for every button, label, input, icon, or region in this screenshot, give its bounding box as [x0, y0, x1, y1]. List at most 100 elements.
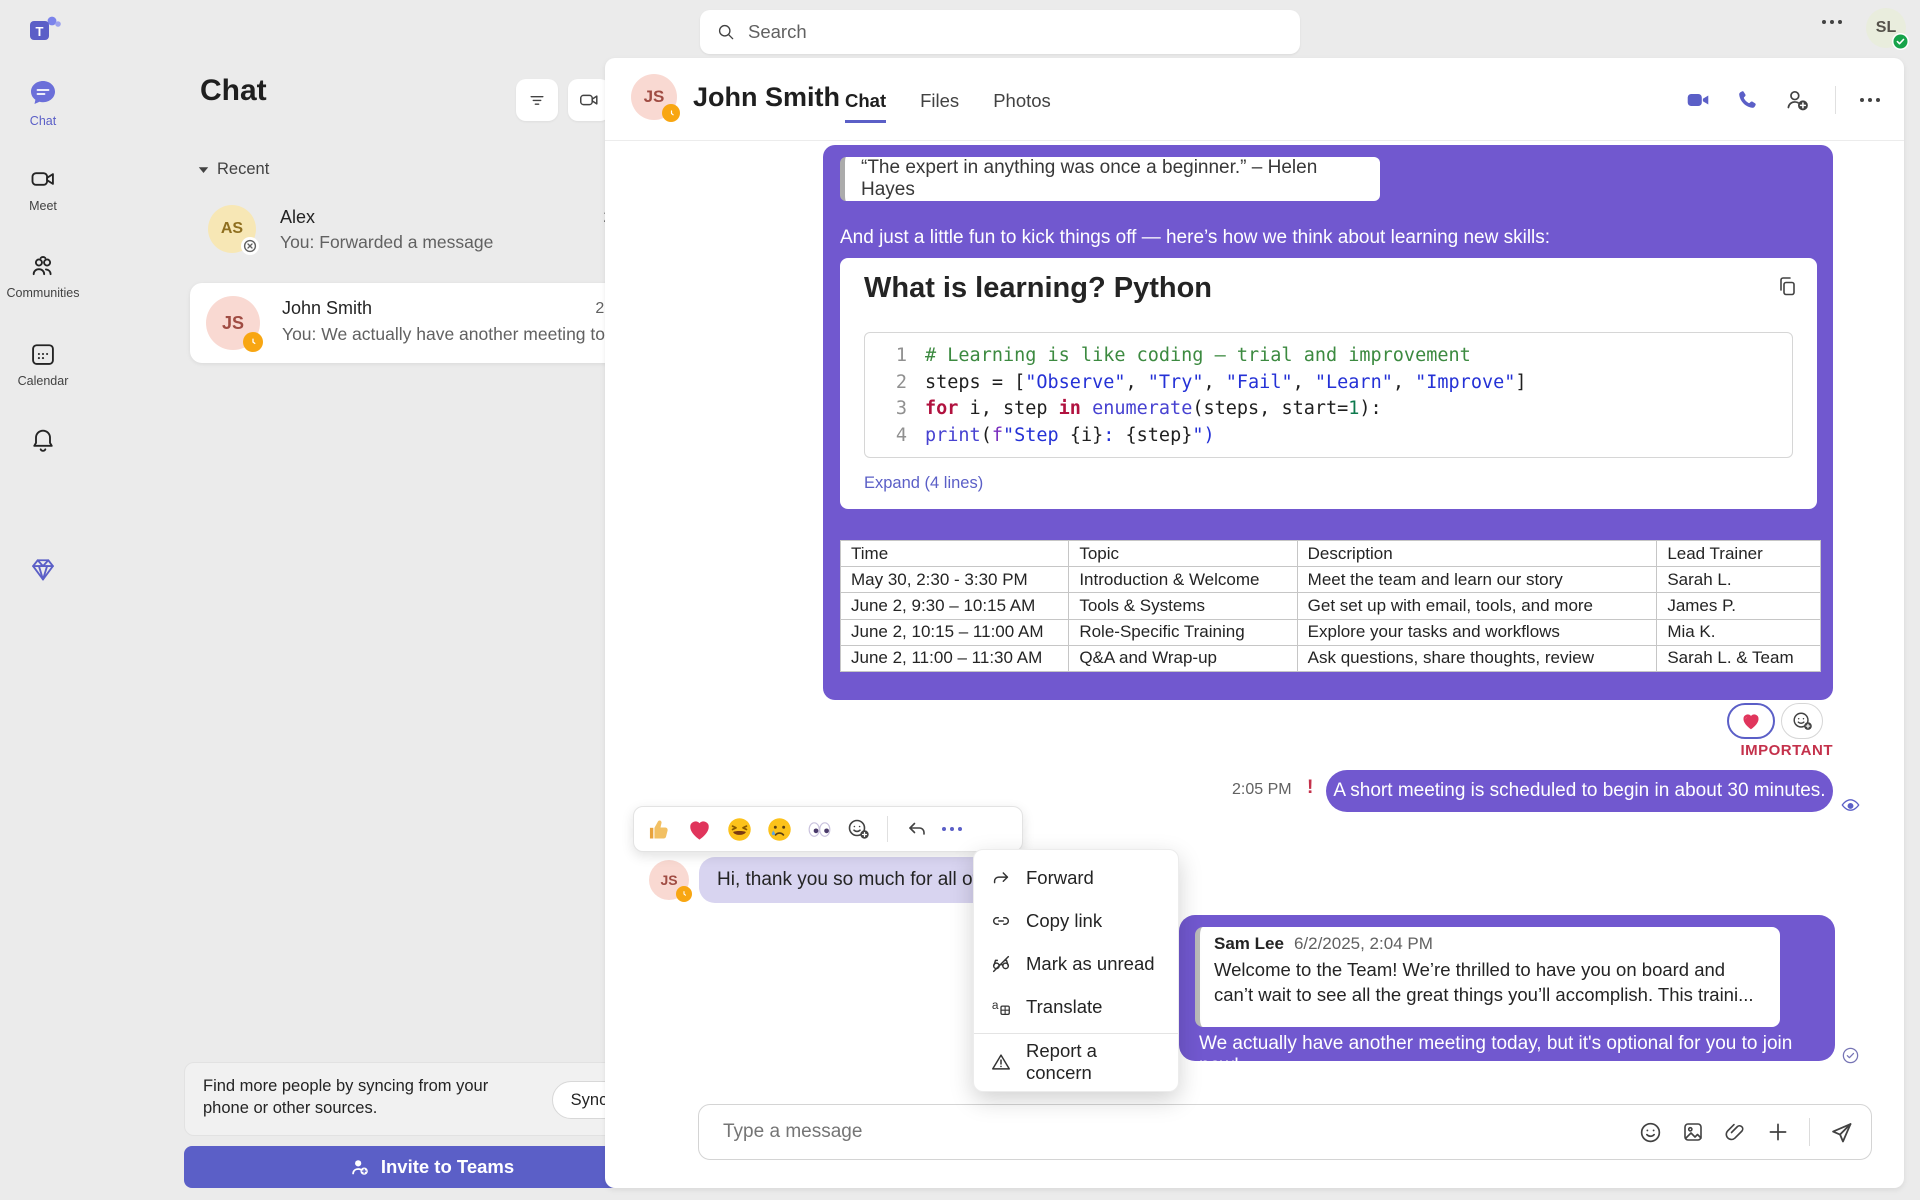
video-call-button[interactable] — [1685, 87, 1711, 113]
tab-files[interactable]: Files — [920, 90, 959, 123]
chat-list-item-alex[interactable]: AS Alex 2:14 PM You: Forwarded a message — [190, 203, 671, 277]
attach-file-button[interactable] — [1723, 1120, 1747, 1144]
video-camera-icon — [578, 89, 600, 111]
important-label: IMPORTANT — [1740, 742, 1833, 759]
sidebar-item-premium[interactable] — [0, 555, 86, 583]
sidebar-item-communities[interactable]: Communities — [0, 252, 86, 300]
quoted-text: Welcome to the Team! We’re thrilled to h… — [1214, 957, 1766, 1007]
heart-reaction-pill[interactable] — [1727, 703, 1775, 739]
menu-item-report[interactable]: Report a concern — [974, 1039, 1178, 1085]
cry-reaction[interactable] — [766, 816, 793, 843]
teams-logo-icon[interactable]: T — [26, 12, 62, 48]
thumbs-up-reaction[interactable] — [646, 816, 673, 843]
heart-icon — [1740, 710, 1762, 732]
heart-icon — [686, 816, 713, 843]
important-mark: ! — [1307, 777, 1313, 799]
attach-image-button[interactable] — [1681, 1120, 1705, 1144]
code-snippet-card: What is learning? Python 1# Learning is … — [840, 258, 1817, 509]
menu-item-label: Report a concern — [1026, 1040, 1162, 1084]
message-input[interactable] — [723, 1121, 1638, 1143]
menu-item-forward[interactable]: Forward — [974, 856, 1178, 899]
more-icon — [1860, 98, 1880, 102]
divider — [974, 1033, 1178, 1034]
sent-message-with-quote: Sam Lee 6/2/2025, 2:04 PM Welcome to the… — [1179, 915, 1835, 1061]
sent-message-bubble: A short meeting is scheduled to begin in… — [1326, 770, 1833, 812]
menu-item-label: Copy link — [1026, 910, 1102, 932]
reply-icon — [905, 817, 929, 841]
heart-reaction[interactable] — [686, 816, 713, 843]
table-header-cell: Lead Trainer — [1657, 541, 1821, 567]
svg-text:T: T — [36, 24, 44, 39]
table-row: June 2, 10:15 – 11:00 AMRole-Specific Tr… — [841, 619, 1821, 645]
more-options-button[interactable] — [1822, 20, 1842, 24]
conversation-avatar[interactable]: JS — [631, 74, 677, 120]
message-text: We actually have another meeting today, … — [1199, 1033, 1835, 1077]
meet-now-button[interactable] — [568, 79, 610, 121]
audio-call-button[interactable] — [1735, 88, 1759, 112]
paperclip-icon — [1723, 1120, 1747, 1144]
seen-indicator-icon — [1841, 798, 1860, 812]
table-header-cell: Description — [1297, 541, 1657, 567]
sidebar-item-meet[interactable]: Meet — [0, 165, 86, 213]
menu-item-copy-link[interactable]: Copy link — [974, 899, 1178, 942]
message-text: A short meeting is scheduled to begin in… — [1333, 780, 1825, 802]
chat-bubble-icon — [28, 78, 58, 108]
reply-button[interactable] — [905, 817, 929, 841]
menu-item-translate[interactable]: a Translate — [974, 985, 1178, 1028]
add-reaction-button[interactable] — [846, 817, 870, 841]
global-search[interactable] — [700, 10, 1300, 54]
code-card-title: What is learning? Python — [864, 272, 1212, 305]
more-icon — [942, 827, 962, 831]
sidebar-item-label: Chat — [30, 114, 56, 128]
search-input[interactable] — [748, 21, 1284, 43]
laughing-face-icon — [726, 816, 753, 843]
chevron-down-icon — [198, 166, 209, 174]
avatar-initials: JS — [660, 872, 677, 888]
send-button[interactable] — [1828, 1119, 1855, 1146]
message-more-button[interactable] — [942, 827, 962, 831]
message-composer[interactable] — [698, 1104, 1872, 1160]
add-people-button[interactable] — [1783, 86, 1811, 114]
reaction-toolbar — [633, 806, 1023, 852]
conversation-more-button[interactable] — [1860, 98, 1880, 102]
chat-preview: You: Forwarded a message — [280, 232, 580, 253]
table-row: June 2, 9:30 – 10:15 AMTools & SystemsGe… — [841, 593, 1821, 619]
divider — [605, 140, 1904, 141]
status-away-icon — [243, 332, 263, 352]
chat-list-panel: Chat Recent AS Alex 2:14 PM You: Forward… — [86, 0, 595, 1200]
eyes-reaction[interactable] — [806, 816, 833, 843]
more-attachments-button[interactable] — [1765, 1119, 1791, 1145]
add-reaction-pill[interactable] — [1781, 703, 1823, 739]
copy-button[interactable] — [1775, 274, 1799, 298]
code-line: 2steps = ["Observe", "Try", "Fail", "Lea… — [865, 370, 1792, 397]
chat-name: Alex — [280, 207, 315, 228]
status-away-icon — [676, 886, 692, 902]
recent-section-toggle[interactable]: Recent — [198, 160, 269, 179]
quoted-message-card[interactable]: Sam Lee 6/2/2025, 2:04 PM Welcome to the… — [1195, 927, 1780, 1027]
filter-button[interactable] — [516, 79, 558, 121]
status-away-icon — [662, 104, 680, 122]
table-row: June 2, 11:00 – 11:30 AMQ&A and Wrap-upA… — [841, 645, 1821, 671]
code-line: 3for i, step in enumerate(steps, start=1… — [865, 396, 1792, 423]
expand-code-link[interactable]: Expand (4 lines) — [864, 474, 983, 493]
menu-item-mark-unread[interactable]: Mark as unread — [974, 942, 1178, 985]
sidebar-item-calendar[interactable]: Calendar — [0, 340, 86, 388]
copy-icon — [1775, 274, 1799, 298]
link-icon — [990, 910, 1012, 932]
person-add-icon — [349, 1156, 371, 1178]
code-block: 1# Learning is like coding — trial and i… — [864, 332, 1793, 458]
translate-icon: a — [990, 996, 1012, 1018]
emoji-button[interactable] — [1638, 1120, 1663, 1145]
laugh-reaction[interactable] — [726, 816, 753, 843]
conversation-tabs: Chat Files Photos — [845, 90, 1051, 123]
message-text: Hi, thank you so much for all of — [717, 869, 978, 891]
tab-photos[interactable]: Photos — [993, 90, 1051, 123]
tab-chat[interactable]: Chat — [845, 90, 886, 123]
svg-text:a: a — [992, 997, 999, 1011]
table-cell: Meet the team and learn our story — [1297, 567, 1657, 593]
sidebar-item-activity[interactable] — [0, 426, 86, 460]
sidebar-item-chat[interactable]: Chat — [0, 78, 86, 128]
profile-avatar[interactable]: SL — [1866, 8, 1906, 48]
chat-list-item-john-smith[interactable]: JS John Smith 2:12 PM You: We actually h… — [190, 283, 671, 363]
quote-block: “The expert in anything was once a begin… — [840, 157, 1380, 201]
